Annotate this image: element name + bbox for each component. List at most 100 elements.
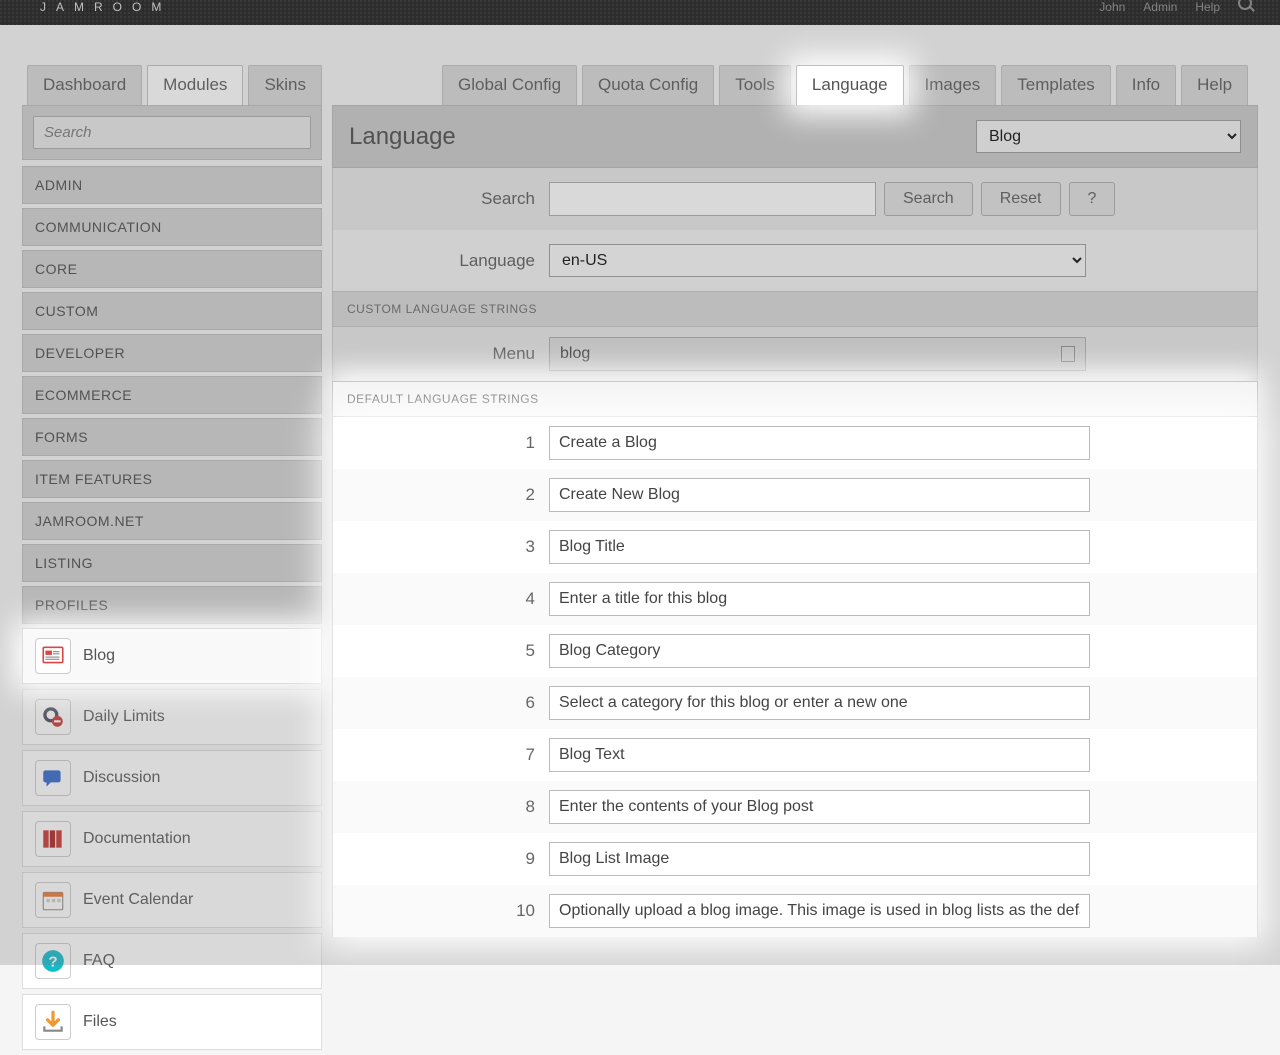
sidebar-category-admin[interactable]: ADMIN [22, 166, 322, 204]
sidebar-item-files[interactable]: Files [22, 994, 322, 1050]
sidebar-category-item-features[interactable]: ITEM FEATURES [22, 460, 322, 498]
sidebar-item-label: Documentation [83, 830, 191, 848]
faq-icon: ? [35, 943, 71, 979]
search-icon[interactable] [1238, 0, 1252, 10]
string-row: 8 [333, 781, 1257, 833]
string-index: 9 [349, 849, 549, 869]
sidebar-item-faq[interactable]: ? FAQ [22, 933, 322, 989]
sidebar-item-event-calendar[interactable]: Event Calendar [22, 872, 322, 928]
module-tab-templates[interactable]: Templates [1001, 65, 1110, 105]
topbar-user[interactable]: John [1099, 0, 1125, 14]
sidebar-item-label: Daily Limits [83, 708, 165, 726]
section-custom: CUSTOM LANGUAGE STRINGS [332, 291, 1258, 327]
string-index: 8 [349, 797, 549, 817]
module-tab-info[interactable]: Info [1116, 65, 1176, 105]
row-search: Search Search Reset ? [332, 168, 1258, 230]
sidebar-item-discussion[interactable]: Discussion [22, 750, 322, 806]
string-row: 7 [333, 729, 1257, 781]
sidebar-search-input[interactable] [33, 116, 311, 149]
daily-limits-icon [35, 699, 71, 735]
row-menu: Menu blog [332, 327, 1258, 381]
menu-input[interactable]: blog [560, 345, 590, 363]
reset-button[interactable]: Reset [981, 182, 1061, 216]
tab-skins[interactable]: Skins [248, 65, 322, 105]
files-icon [35, 1004, 71, 1040]
save-icon[interactable] [1061, 346, 1075, 362]
svg-text:?: ? [48, 953, 57, 970]
strings-block: 1 2 3 4 5 6 7 8 9 10 [332, 417, 1258, 937]
string-row: 9 [333, 833, 1257, 885]
documentation-icon [35, 821, 71, 857]
page-title: Language [349, 123, 456, 151]
blog-icon [35, 638, 71, 674]
string-index: 1 [349, 433, 549, 453]
string-row: 1 [333, 417, 1257, 469]
string-input[interactable] [549, 894, 1090, 928]
search-button[interactable]: Search [884, 182, 973, 216]
primary-tabs: Dashboard Modules Skins Global ConfigQuo… [12, 25, 1268, 105]
sidebar-item-label: Blog [83, 647, 115, 665]
topbar-help[interactable]: Help [1195, 0, 1220, 14]
search-input[interactable] [549, 182, 876, 216]
topbar-admin[interactable]: Admin [1143, 0, 1177, 14]
sidebar: ADMIN COMMUNICATION CORE CUSTOM DEVELOPER ECO… [22, 105, 322, 1055]
sidebar-item-documentation[interactable]: Documentation [22, 811, 322, 867]
string-input[interactable] [549, 842, 1090, 876]
module-tab-images[interactable]: Images [909, 65, 997, 105]
sidebar-category-developer[interactable]: DEVELOPER [22, 334, 322, 372]
row-language: Language en-US [332, 230, 1258, 291]
string-row: 10 [333, 885, 1257, 937]
string-input[interactable] [549, 478, 1090, 512]
search-label: Search [349, 189, 549, 209]
sidebar-category-core[interactable]: CORE [22, 250, 322, 288]
module-tab-global-config[interactable]: Global Config [442, 65, 577, 105]
string-input[interactable] [549, 582, 1090, 616]
sidebar-item-label: FAQ [83, 952, 115, 970]
sidebar-category-forms[interactable]: FORMS [22, 418, 322, 456]
string-input[interactable] [549, 634, 1090, 668]
sidebar-category-listing[interactable]: LISTING [22, 544, 322, 582]
tab-dashboard[interactable]: Dashboard [27, 65, 142, 105]
discussion-icon [35, 760, 71, 796]
module-tab-language[interactable]: Language [796, 65, 904, 105]
module-tab-help[interactable]: Help [1181, 65, 1248, 105]
string-input[interactable] [549, 530, 1090, 564]
string-input[interactable] [549, 790, 1090, 824]
string-row: 6 [333, 677, 1257, 729]
module-select[interactable]: Blog [976, 120, 1241, 153]
string-index: 5 [349, 641, 549, 661]
sidebar-category-profiles[interactable]: PROFILES [22, 586, 322, 624]
module-tab-tools[interactable]: Tools [719, 65, 791, 105]
language-label: Language [349, 251, 549, 271]
sidebar-category-custom[interactable]: CUSTOM [22, 292, 322, 330]
topbar: JAMROOM John Admin Help [0, 0, 1280, 25]
tab-modules[interactable]: Modules [147, 65, 243, 105]
string-row: 4 [333, 573, 1257, 625]
sidebar-category-communication[interactable]: COMMUNICATION [22, 208, 322, 246]
sidebar-item-blog[interactable]: Blog [22, 628, 322, 684]
topbar-right: John Admin Help [1099, 0, 1252, 14]
sidebar-item-label: Event Calendar [83, 891, 193, 909]
string-index: 3 [349, 537, 549, 557]
sidebar-item-label: Files [83, 1013, 117, 1031]
string-input[interactable] [549, 686, 1090, 720]
module-tab-quota-config[interactable]: Quota Config [582, 65, 714, 105]
string-row: 5 [333, 625, 1257, 677]
string-index: 7 [349, 745, 549, 765]
sidebar-search-wrap [22, 105, 322, 160]
sidebar-item-daily-limits[interactable]: Daily Limits [22, 689, 322, 745]
sidebar-category-ecommerce[interactable]: ECOMMERCE [22, 376, 322, 414]
menu-label: Menu [349, 344, 549, 364]
language-select[interactable]: en-US [549, 244, 1086, 277]
string-index: 6 [349, 693, 549, 713]
sidebar-category-jamroom-net[interactable]: JAMROOM.NET [22, 502, 322, 540]
string-input[interactable] [549, 738, 1090, 772]
help-button[interactable]: ? [1069, 182, 1116, 216]
section-default: DEFAULT LANGUAGE STRINGS [332, 381, 1258, 417]
string-input[interactable] [549, 426, 1090, 460]
event-calendar-icon [35, 882, 71, 918]
string-index: 4 [349, 589, 549, 609]
brand: JAMROOM [40, 0, 171, 14]
string-row: 2 [333, 469, 1257, 521]
main-panel: Language Blog Search Search Reset ? Lang… [332, 105, 1258, 1055]
